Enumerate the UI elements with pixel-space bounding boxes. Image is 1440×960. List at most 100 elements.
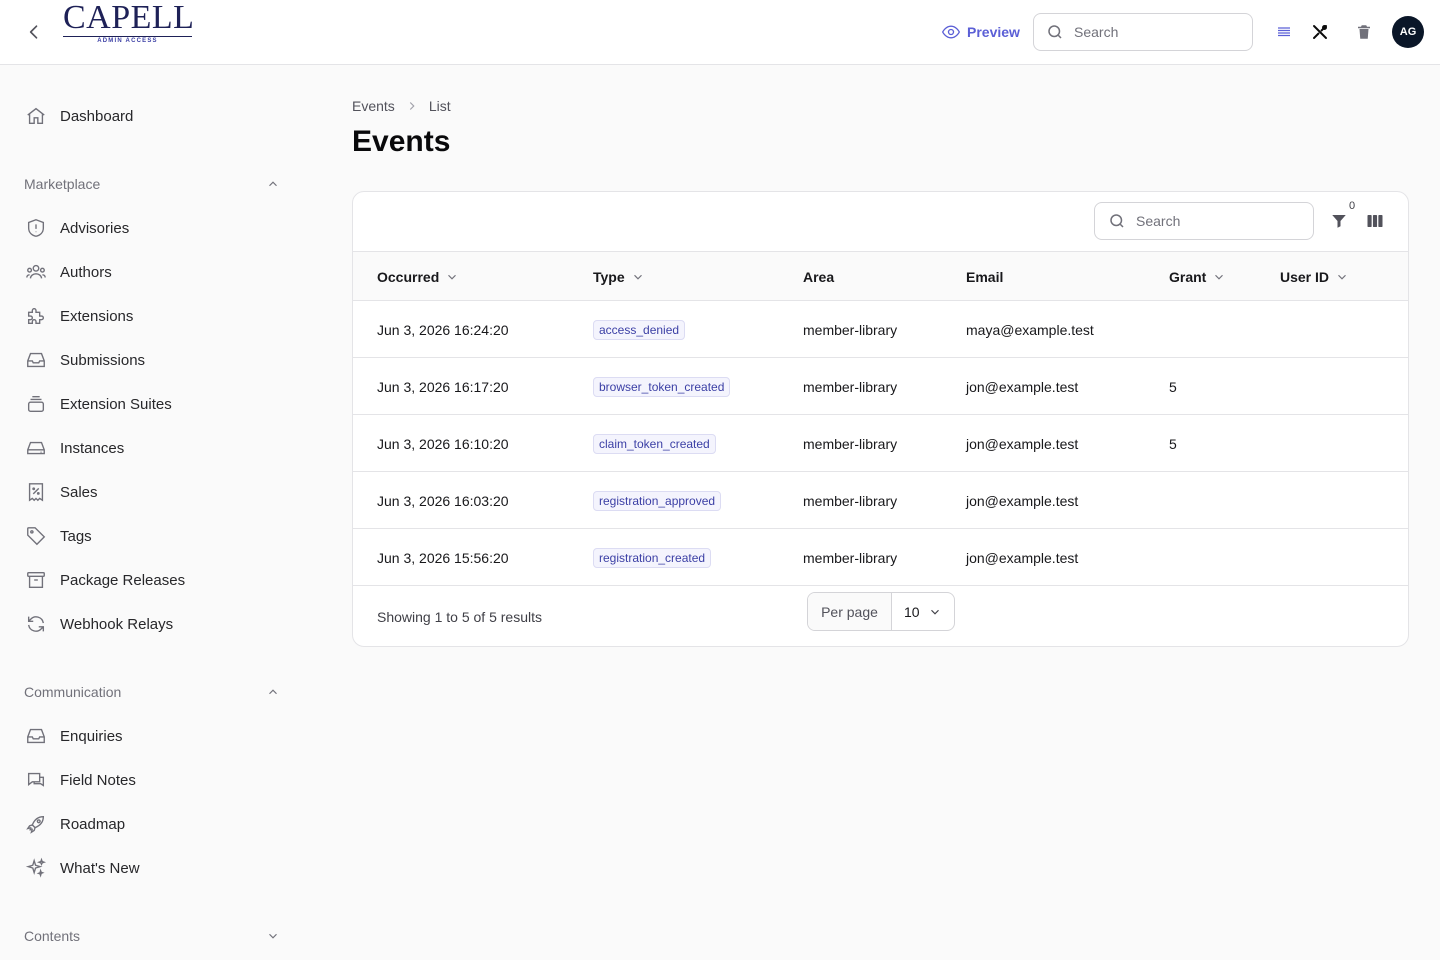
trash-button[interactable] [1352,20,1376,44]
capell-logo[interactable]: CAPELL ADMIN ACCESS [63,1,194,46]
search-icon [1110,214,1124,228]
sidebar-item-label: Tags [60,527,92,545]
user-avatar[interactable]: AG [1392,16,1424,48]
sidebar-item-label: Extensions [60,307,134,325]
bars-icon [1278,27,1290,37]
sidebar-item-dashboard[interactable]: Dashboard [24,98,284,134]
sidebar-item-extensions[interactable]: Extensions [24,298,284,334]
column-header-occurred[interactable]: Occurred [377,252,459,301]
cell-email: jon@example.test [966,492,1079,509]
table-row[interactable]: Jun 3, 2026 16:24:20 access_denied membe… [353,301,1408,358]
sidebar-item-whats-new[interactable]: What's New [24,850,284,886]
cell-grant: 5 [1169,435,1177,452]
inbox-icon [24,348,48,372]
sidebar-item-extension-suites[interactable]: Extension Suites [24,386,284,422]
shield-exclamation-icon [24,216,48,240]
group-label: Marketplace [24,176,101,192]
wrench-screwdriver-icon [1313,25,1327,39]
table-row[interactable]: Jun 3, 2026 16:03:20 registration_approv… [353,472,1408,529]
arrow-path-icon [24,612,48,636]
column-header-user-id[interactable]: User ID [1280,252,1349,301]
column-header-type[interactable]: Type [593,252,645,301]
sidebar-item-roadmap[interactable]: Roadmap [24,806,284,842]
cell-type: claim_token_created [593,415,716,472]
cell-type: access_denied [593,301,686,358]
table-row[interactable]: Jun 3, 2026 16:17:20 browser_token_creat… [353,358,1408,415]
cell-occurred: Jun 3, 2026 16:10:20 [377,435,509,452]
per-page-select[interactable]: 10 [892,593,954,630]
chevron-left-icon [29,25,38,39]
columns-toggle-button[interactable] [1363,209,1387,233]
filter-button[interactable] [1327,209,1351,233]
archive-box-icon [24,568,48,592]
chevron-down-icon [1215,274,1224,280]
sidebar-item-sales[interactable]: Sales [24,474,284,510]
chevron-down-icon [931,609,939,615]
sidebar-item-instances[interactable]: Instances [24,430,284,466]
sidebar-item-label: Enquiries [60,727,123,745]
global-search-input[interactable] [1074,24,1234,40]
events-table-card: 0 Occurred Type Area Email Grant User ID [352,191,1409,647]
breadcrumb-events[interactable]: Events [352,98,395,114]
table-header: Occurred Type Area Email Grant User ID [353,252,1408,301]
sidebar-item-package-releases[interactable]: Package Releases [24,562,284,598]
column-label: Grant [1169,268,1207,285]
sidebar-item-advisories[interactable]: Advisories [24,210,284,246]
cell-area: member-library [803,492,898,509]
cell-type: registration_created [593,529,712,586]
sidebar-item-field-notes[interactable]: Field Notes [24,762,284,798]
list-view-button[interactable] [1272,20,1296,44]
cell-area: member-library [803,435,898,452]
receipt-percent-icon [24,480,48,504]
logo-subtitle: ADMIN ACCESS [97,38,158,44]
inbox-icon [24,724,48,748]
column-header-grant[interactable]: Grant [1169,252,1226,301]
column-label: Email [966,268,1004,285]
group-label: Communication [24,684,122,700]
table-row[interactable]: Jun 3, 2026 16:10:20 claim_token_created… [353,415,1408,472]
search-icon [1048,25,1062,39]
group-header-communication[interactable]: Communication [24,680,280,704]
cell-area: member-library [803,378,898,395]
cell-grant: 5 [1169,378,1177,395]
table-row[interactable]: Jun 3, 2026 15:56:20 registration_create… [353,529,1408,586]
sidebar-item-tags[interactable]: Tags [24,518,284,554]
chat-bubbles-icon [24,768,48,792]
sidebar: Dashboard Marketplace Advisories Authors… [0,65,300,960]
server-icon [24,436,48,460]
column-label: Area [803,268,835,285]
cell-occurred: Jun 3, 2026 15:56:20 [377,549,509,566]
funnel-icon [1332,215,1346,228]
puzzle-piece-icon [24,304,48,328]
sidebar-item-label: Sales [60,483,98,501]
sidebar-item-label: Package Releases [60,571,186,589]
top-bar: CAPELL ADMIN ACCESS Preview AG [0,0,1440,65]
table-search[interactable] [1094,202,1314,240]
type-badge: registration_created [593,547,712,568]
sidebar-item-label: Webhook Relays [60,615,174,633]
group-header-marketplace[interactable]: Marketplace [24,172,280,196]
sidebar-item-webhook-relays[interactable]: Webhook Relays [24,606,284,642]
home-icon [24,104,48,128]
cell-occurred: Jun 3, 2026 16:17:20 [377,378,509,395]
sidebar-item-authors[interactable]: Authors [24,254,284,290]
back-button[interactable] [22,20,46,44]
tools-button[interactable] [1308,20,1332,44]
preview-label: Preview [967,24,1020,40]
table-search-input[interactable] [1136,213,1296,229]
page-title: Events [352,125,451,158]
preview-link[interactable]: Preview [941,22,1020,42]
sidebar-item-label: Extension Suites [60,395,172,413]
sidebar-item-label: What's New [60,859,140,877]
breadcrumb: Events List [352,96,451,116]
sidebar-item-submissions[interactable]: Submissions [24,342,284,378]
type-badge: browser_token_created [593,376,731,397]
sidebar-item-label: Submissions [60,351,146,369]
group-header-contents[interactable]: Contents [24,924,280,948]
global-search[interactable] [1033,13,1253,51]
sidebar-item-enquiries[interactable]: Enquiries [24,718,284,754]
results-summary: Showing 1 to 5 of 5 results [377,609,542,625]
cell-area: member-library [803,321,898,338]
cell-email: jon@example.test [966,435,1079,452]
sidebar-item-label: Authors [60,263,112,281]
